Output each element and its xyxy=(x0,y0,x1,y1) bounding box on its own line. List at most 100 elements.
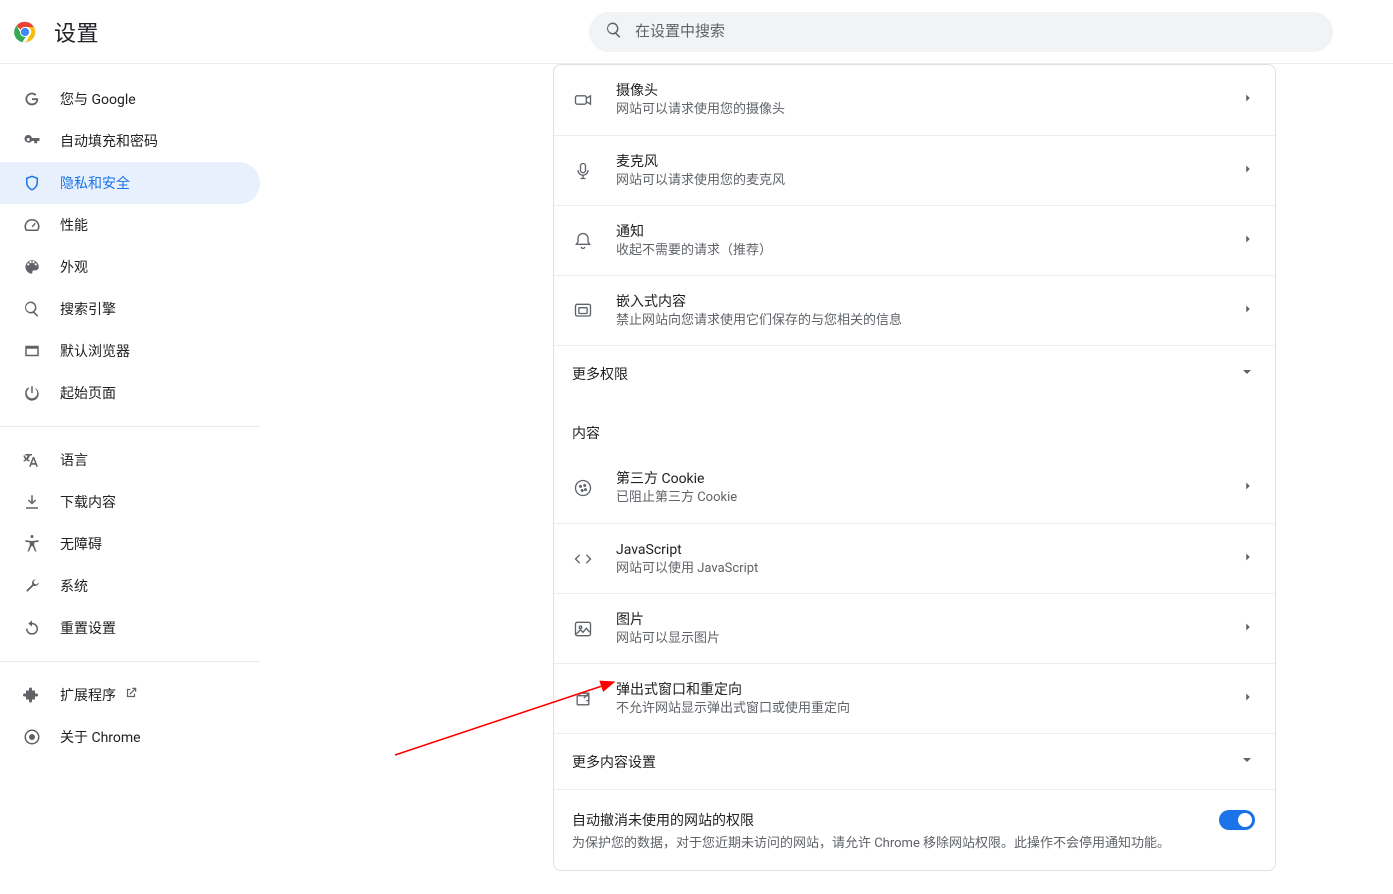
translate-icon xyxy=(22,450,42,470)
chevron-right-icon xyxy=(1241,162,1255,180)
chevron-right-icon xyxy=(1241,302,1255,320)
row-subtitle: 网站可以显示图片 xyxy=(616,630,1241,648)
chevron-right-icon xyxy=(1241,479,1255,497)
sidebar-item-label: 下载内容 xyxy=(60,492,116,512)
sidebar-item-label: 您与 Google xyxy=(60,89,136,109)
sidebar-item-label: 无障碍 xyxy=(60,534,102,554)
row-embedded[interactable]: 嵌入式内容 禁止网站向您请求使用它们保存的与您相关的信息 xyxy=(554,275,1275,345)
page-title: 设置 xyxy=(54,16,99,48)
content: 摄像头 网站可以请求使用您的摄像头 麦克风 网站可以请求使用您的麦克风 xyxy=(260,64,1393,894)
chevron-right-icon xyxy=(1241,690,1255,708)
row-subtitle: 收起不需要的请求（推荐） xyxy=(616,242,1241,260)
sidebar-item-label: 关于 Chrome xyxy=(60,727,141,747)
row-popups[interactable]: 弹出式窗口和重定向 不允许网站显示弹出式窗口或使用重定向 xyxy=(554,663,1275,733)
sidebar-item-label: 语言 xyxy=(60,450,88,470)
sidebar-item-label: 起始页面 xyxy=(60,383,116,403)
accessibility-icon xyxy=(22,534,42,554)
sidebar-item-autofill[interactable]: 自动填充和密码 xyxy=(0,120,260,162)
key-icon xyxy=(22,131,42,151)
row-cookies[interactable]: 第三方 Cookie 已阻止第三方 Cookie xyxy=(554,453,1275,523)
row-notifications[interactable]: 通知 收起不需要的请求（推荐） xyxy=(554,205,1275,275)
sidebar-item-label: 自动填充和密码 xyxy=(60,131,158,151)
row-title: 第三方 Cookie xyxy=(616,469,1241,489)
sidebar-item-label: 搜索引擎 xyxy=(60,299,116,319)
row-javascript[interactable]: JavaScript 网站可以使用 JavaScript xyxy=(554,523,1275,593)
chevron-right-icon xyxy=(1241,91,1255,109)
sidebar-item-system[interactable]: 系统 xyxy=(0,565,260,607)
search-icon xyxy=(22,299,42,319)
sidebar-item-languages[interactable]: 语言 xyxy=(0,439,260,481)
chevron-down-icon xyxy=(1239,752,1255,772)
row-title: 弹出式窗口和重定向 xyxy=(616,680,1241,700)
row-subtitle: 不允许网站显示弹出式窗口或使用重定向 xyxy=(616,700,1241,718)
autorevoke-subtitle: 为保护您的数据，对于您近期未访问的网站，请允许 Chrome 移除网站权限。此操… xyxy=(572,834,1203,854)
sidebar-divider xyxy=(0,426,260,427)
extension-icon xyxy=(22,685,42,705)
sidebar-item-you-and-google[interactable]: 您与 Google xyxy=(0,78,260,120)
topbar: 设置 xyxy=(0,0,1393,64)
sidebar-item-label: 性能 xyxy=(60,215,88,235)
bell-icon xyxy=(572,230,594,252)
chevron-right-icon xyxy=(1241,232,1255,250)
reset-icon xyxy=(22,618,42,638)
sidebar-item-default-browser[interactable]: 默认浏览器 xyxy=(0,330,260,372)
google-g-icon xyxy=(22,89,42,109)
row-title: 图片 xyxy=(616,610,1241,630)
popup-icon xyxy=(572,688,594,710)
sidebar-item-search-engine[interactable]: 搜索引擎 xyxy=(0,288,260,330)
row-camera[interactable]: 摄像头 网站可以请求使用您的摄像头 xyxy=(554,65,1275,135)
cookie-icon xyxy=(572,477,594,499)
sidebar-item-privacy[interactable]: 隐私和安全 xyxy=(0,162,260,204)
microphone-icon xyxy=(572,160,594,182)
search-bar[interactable] xyxy=(589,12,1333,52)
row-subtitle: 网站可以使用 JavaScript xyxy=(616,560,1241,578)
browser-window-icon xyxy=(22,341,42,361)
row-microphone[interactable]: 麦克风 网站可以请求使用您的麦克风 xyxy=(554,135,1275,205)
sidebar-item-label: 外观 xyxy=(60,257,88,277)
speedometer-icon xyxy=(22,215,42,235)
row-title: 麦克风 xyxy=(616,152,1241,172)
external-link-icon xyxy=(116,686,138,704)
chevron-down-icon xyxy=(1239,364,1255,384)
sidebar-item-label: 隐私和安全 xyxy=(60,173,130,193)
row-images[interactable]: 图片 网站可以显示图片 xyxy=(554,593,1275,663)
image-icon xyxy=(572,618,594,640)
autorevoke-row: 自动撤消未使用的网站的权限 为保护您的数据，对于您近期未访问的网站，请允许 Ch… xyxy=(554,789,1275,870)
sidebar-item-label: 扩展程序 xyxy=(60,685,116,705)
sidebar-item-performance[interactable]: 性能 xyxy=(0,204,260,246)
sidebar-item-appearance[interactable]: 外观 xyxy=(0,246,260,288)
row-title: 嵌入式内容 xyxy=(616,292,1241,312)
search-input[interactable] xyxy=(635,23,1317,40)
download-icon xyxy=(22,492,42,512)
sidebar-divider xyxy=(0,661,260,662)
camera-icon xyxy=(572,89,594,111)
autorevoke-title: 自动撤消未使用的网站的权限 xyxy=(572,810,1203,830)
row-subtitle: 网站可以请求使用您的麦克风 xyxy=(616,172,1241,190)
chevron-right-icon xyxy=(1241,620,1255,638)
shield-icon xyxy=(22,173,42,193)
palette-icon xyxy=(22,257,42,277)
embed-icon xyxy=(572,300,594,322)
row-title: 摄像头 xyxy=(616,81,1241,101)
sidebar-item-extensions[interactable]: 扩展程序 xyxy=(0,674,260,716)
chevron-right-icon xyxy=(1241,550,1255,568)
wrench-icon xyxy=(22,576,42,596)
more-content-row[interactable]: 更多内容设置 xyxy=(554,733,1275,789)
settings-card: 摄像头 网站可以请求使用您的摄像头 麦克风 网站可以请求使用您的麦克风 xyxy=(553,64,1276,871)
chrome-logo-icon xyxy=(14,21,36,43)
more-permissions-row[interactable]: 更多权限 xyxy=(554,345,1275,401)
sidebar-item-downloads[interactable]: 下载内容 xyxy=(0,481,260,523)
row-title: 通知 xyxy=(616,222,1241,242)
sidebar-item-accessibility[interactable]: 无障碍 xyxy=(0,523,260,565)
more-content-label: 更多内容设置 xyxy=(572,752,1239,772)
sidebar-item-reset[interactable]: 重置设置 xyxy=(0,607,260,649)
sidebar-item-about[interactable]: 关于 Chrome xyxy=(0,716,260,758)
row-subtitle: 已阻止第三方 Cookie xyxy=(616,489,1241,507)
search-icon xyxy=(605,21,635,43)
code-icon xyxy=(572,548,594,570)
sidebar-item-label: 重置设置 xyxy=(60,618,116,638)
row-subtitle: 禁止网站向您请求使用它们保存的与您相关的信息 xyxy=(616,312,1241,330)
autorevoke-toggle[interactable] xyxy=(1219,810,1255,830)
sidebar-item-on-startup[interactable]: 起始页面 xyxy=(0,372,260,414)
row-subtitle: 网站可以请求使用您的摄像头 xyxy=(616,101,1241,119)
